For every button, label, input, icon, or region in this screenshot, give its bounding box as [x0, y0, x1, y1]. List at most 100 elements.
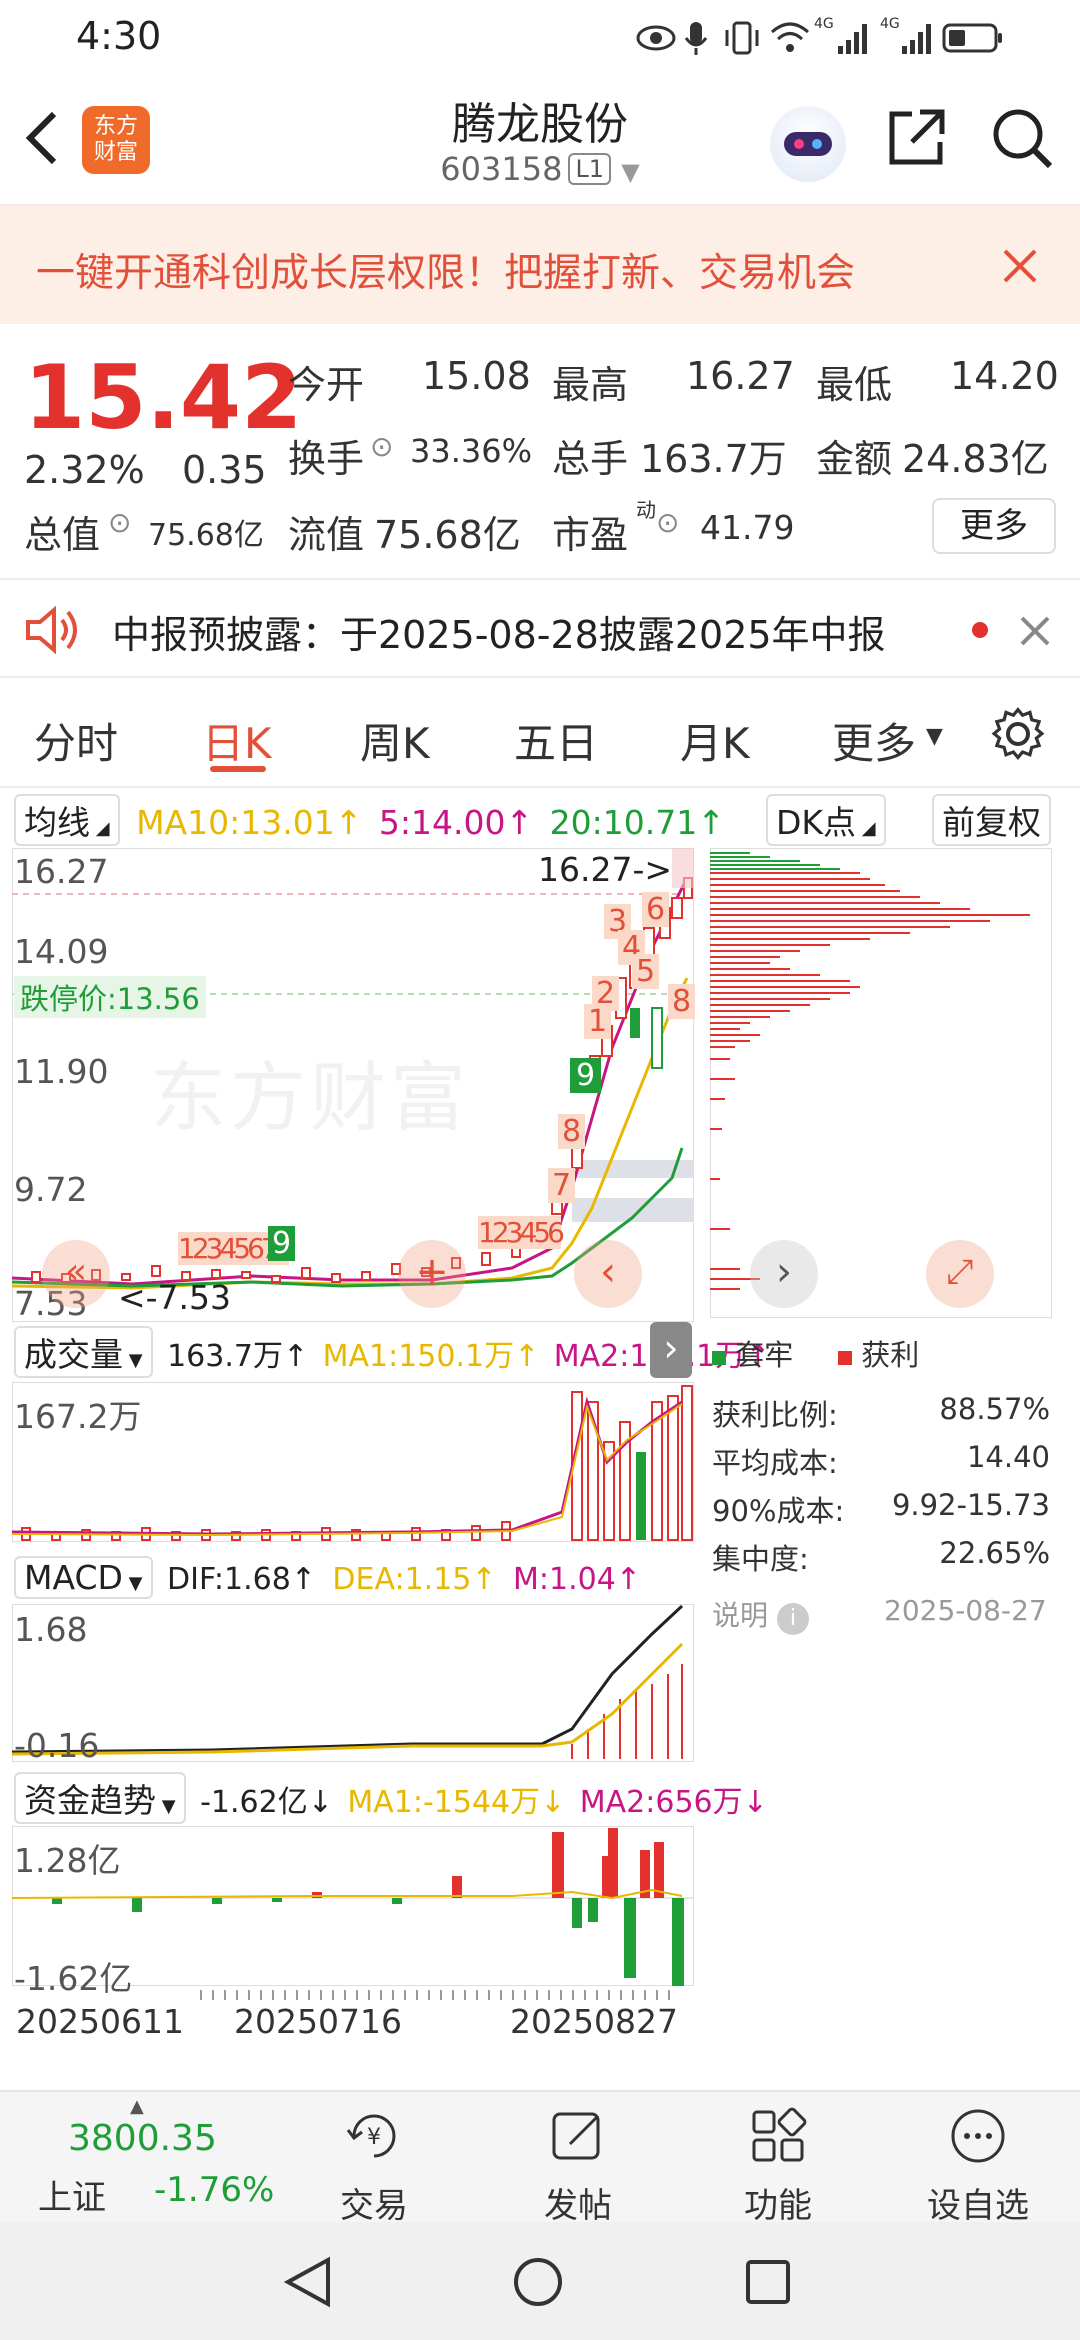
low-value: 14.20 [950, 354, 1059, 398]
status-time: 4:30 [76, 14, 162, 58]
kline-y-label-0: 16.27 [14, 852, 109, 891]
robot-icon [784, 132, 832, 156]
legend-profit-swatch [838, 1351, 852, 1365]
ma20-value: 20:10.71↑ [549, 803, 725, 842]
volume-selector[interactable]: 成交量 ▼ [14, 1326, 153, 1378]
prev-button[interactable]: ‹ [574, 1240, 642, 1308]
signal-label-8b: 8 [558, 1114, 586, 1149]
macd-dea: DEA:1.15↑ [332, 1562, 497, 1597]
chip-help-link[interactable]: 说明 i [712, 1594, 809, 1635]
tab-underline [210, 766, 266, 772]
nav-trade[interactable]: 交易 [304, 2178, 444, 2227]
watermark: 东方财富 [150, 1053, 470, 1142]
nav-add-watchlist[interactable]: 设自选 [908, 2178, 1048, 2227]
ma-selector[interactable]: 均线 ◢ [14, 794, 120, 846]
wifi-icon [771, 22, 809, 52]
date-label-0: 20250611 [16, 2002, 184, 2041]
caret-down-icon: ▼ [156, 1796, 176, 1817]
macd-y-top: 1.68 [14, 1610, 88, 1649]
info-icon[interactable]: ⊙ [656, 506, 679, 539]
post-icon [552, 2112, 600, 2160]
chip-next-button[interactable]: › [750, 1240, 818, 1308]
tab-weekly-k[interactable]: 周K [360, 710, 430, 771]
info-icon[interactable]: ⊙ [370, 430, 393, 463]
index-value[interactable]: 3800.35 [68, 2118, 217, 2159]
tab-five-day[interactable]: 五日 [514, 710, 598, 771]
total-value-label: 总值 [24, 513, 101, 557]
signal-4g-1-label: 4G [814, 16, 834, 32]
notice-bar[interactable]: 中报预披露：于2025-08-28披露2025年中报 [0, 578, 1080, 678]
chip-avg-cost: 平均成本: 14.40 [712, 1440, 1050, 1482]
eye-icon [636, 25, 676, 51]
low-label: 最低 [816, 363, 893, 407]
date-label-2: 20250827 [510, 2002, 678, 2041]
quote-panel: 15.42 2.32% 0.35 总值 ⊙ 75.68亿 今开 15.08 最高… [0, 324, 1080, 578]
tab-more[interactable]: 更多 [832, 710, 916, 771]
volume-ma1: MA1:150.1万↑ [322, 1339, 540, 1374]
expand-icon[interactable]: ⤢ [926, 1240, 994, 1308]
pe-label: 市盈 [552, 513, 629, 557]
speaker-icon [26, 606, 77, 654]
caret-down-icon: ▼ [926, 724, 943, 749]
chip-concentration: 集中度: 22.65% [712, 1536, 1050, 1578]
adjust-button[interactable]: 前复权 [932, 794, 1051, 846]
info-icon: i [776, 1603, 809, 1635]
total-value: 75.68亿 [148, 518, 264, 553]
tab-intraday[interactable]: 分时 [34, 710, 118, 771]
change-amount: 0.35 [182, 448, 267, 492]
fund-selector[interactable]: 资金趋势 ▼ [14, 1772, 186, 1824]
crosshair-button[interactable]: + [398, 1240, 466, 1308]
macd-dif: DIF:1.68↑ [167, 1562, 316, 1597]
tab-daily-k[interactable]: 日K [202, 710, 272, 771]
home-circle-icon[interactable] [512, 2256, 564, 2308]
close-icon[interactable] [1020, 616, 1050, 646]
more-button[interactable]: 更多 [932, 498, 1056, 554]
turnover-label: 换手 [288, 437, 365, 481]
banner-text: 一键开通科创成长层权限！把握打新、交易机会 [36, 251, 856, 296]
chip-90-cost: 90%成本: 9.92-15.73 [712, 1488, 1050, 1530]
nav-functions[interactable]: 功能 [708, 2178, 848, 2227]
chip-row-label: 获利比例: [712, 1398, 838, 1432]
sequence-label-mid: 123456 [478, 1216, 565, 1249]
signal-label-5: 5 [632, 954, 660, 989]
legend-trapped: 套牢 [712, 1332, 793, 1374]
search-icon[interactable] [990, 106, 1054, 170]
dk-point-button[interactable]: DK点 ◢ [766, 794, 886, 846]
pe-sup: 动 [636, 498, 656, 522]
fund-selector-label: 资金趋势 [24, 1781, 156, 1820]
status-bar: 4:30 4G 4G [0, 0, 1080, 78]
close-icon[interactable] [1002, 248, 1038, 284]
sequence-label-left-green: 9 [268, 1226, 296, 1261]
signal-icon [838, 24, 867, 54]
macd-y-bottom: -0.16 [14, 1726, 100, 1765]
tab-monthly-k[interactable]: 月K [680, 710, 750, 771]
recents-square-icon[interactable] [744, 2258, 792, 2306]
promo-banner[interactable]: 一键开通科创成长层权限！把握打新、交易机会 [0, 206, 1080, 324]
signal-label-9-green: 9 [570, 1058, 602, 1093]
nav-post[interactable]: 发帖 [508, 2178, 648, 2227]
period-tabs: 分时 日K 周K 五日 月K 更多 ▼ [0, 678, 1080, 788]
signal-label-7: 7 [548, 1168, 576, 1203]
chip-row-label: 集中度: [712, 1542, 809, 1576]
volume-label: 总手 [552, 437, 629, 481]
mic-icon [684, 22, 708, 55]
high-label: 最高 [552, 363, 629, 407]
float-value: 75.68亿 [374, 513, 521, 557]
amount-label: 金额 [816, 437, 893, 481]
ma-selector-label: 均线 [24, 803, 90, 842]
back-triangle-icon[interactable] [284, 2256, 332, 2308]
date-axis-ticks [200, 1990, 680, 2000]
scroll-left-button[interactable]: « [42, 1240, 110, 1308]
macd-selector[interactable]: MACD ▼ [14, 1556, 153, 1599]
chip-row-value: 9.92-15.73 [891, 1488, 1050, 1522]
expand-right-button[interactable]: › [650, 1322, 692, 1378]
share-icon[interactable] [886, 106, 948, 168]
info-icon[interactable]: ⊙ [108, 506, 131, 539]
assistant-avatar[interactable] [770, 106, 846, 182]
amount-value: 24.83亿 [902, 437, 1049, 481]
gear-icon[interactable] [990, 706, 1046, 762]
dk-point-label: DK点 [776, 803, 857, 842]
caret-down-icon: ◢ [90, 818, 110, 839]
kline-y-label-1: 14.09 [14, 932, 109, 971]
apps-icon [752, 2107, 807, 2162]
